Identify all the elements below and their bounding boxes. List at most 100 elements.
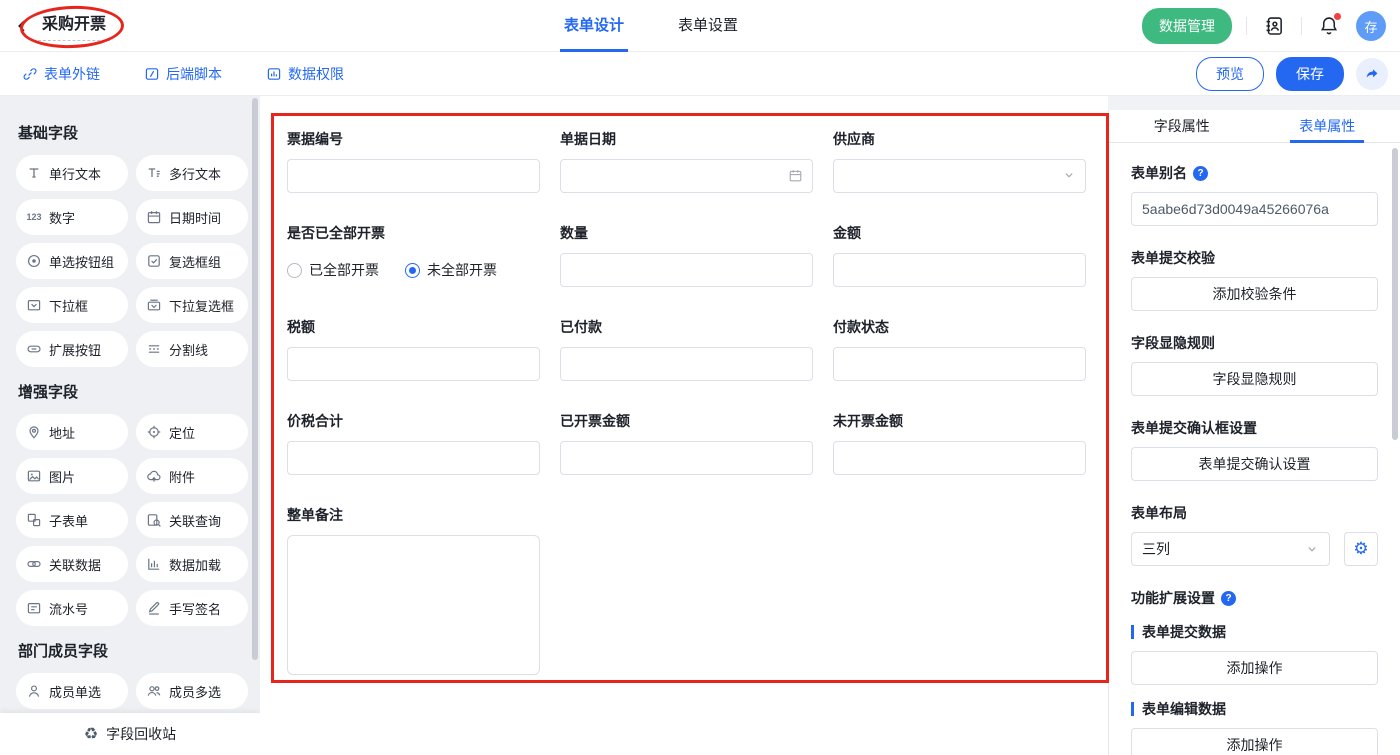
- radio-option-fully-invoiced[interactable]: 已全部开票: [287, 260, 379, 280]
- help-icon[interactable]: ?: [1193, 166, 1208, 181]
- field-item-single-line-text[interactable]: 单行文本: [16, 155, 128, 191]
- contact-book-icon[interactable]: [1261, 13, 1287, 39]
- form-field-total-with-tax[interactable]: 价税合计: [287, 411, 540, 475]
- text-input-control[interactable]: [561, 442, 812, 474]
- form-field-amount[interactable]: 金额: [833, 223, 1086, 287]
- preview-button[interactable]: 预览: [1196, 57, 1264, 91]
- tab-field-properties[interactable]: 字段属性: [1109, 110, 1255, 142]
- tab-form-design[interactable]: 表单设计: [560, 0, 628, 52]
- form-field-payment-status[interactable]: 付款状态: [833, 317, 1086, 381]
- radio-option-not-fully-invoiced[interactable]: 未全部开票: [405, 260, 497, 280]
- notification-bell-icon[interactable]: [1316, 13, 1342, 39]
- text-input-control[interactable]: [834, 254, 1085, 286]
- form-field-bill-number[interactable]: 票据编号: [287, 129, 540, 193]
- add-validation-button[interactable]: 添加校验条件: [1131, 277, 1378, 311]
- radio-label: 未全部开票: [427, 260, 497, 280]
- select-input-control[interactable]: [834, 160, 1085, 192]
- text-input[interactable]: [560, 441, 813, 475]
- avatar[interactable]: 存: [1356, 11, 1386, 41]
- panel-scrollbar-thumb[interactable]: [1392, 148, 1398, 440]
- field-visibility-button[interactable]: 字段显隐规则: [1131, 362, 1378, 396]
- form-field-paid[interactable]: 已付款: [560, 317, 813, 381]
- tab-form-properties[interactable]: 表单属性: [1255, 110, 1400, 142]
- field-item-serial-number[interactable]: 流水号: [16, 590, 128, 626]
- text-input[interactable]: [287, 441, 540, 475]
- form-field-uninvoiced-amount[interactable]: 未开票金额: [833, 411, 1086, 475]
- text-input-control[interactable]: [288, 160, 539, 192]
- field-item-datetime[interactable]: 日期时间: [136, 199, 248, 235]
- save-button[interactable]: 保存: [1276, 57, 1344, 91]
- form-field-supplier[interactable]: 供应商: [833, 129, 1086, 193]
- field-item-attachment[interactable]: 附件: [136, 458, 248, 494]
- layout-settings-button[interactable]: ⚙: [1344, 532, 1378, 566]
- field-item-radio-group[interactable]: 单选按钮组: [16, 243, 128, 279]
- field-item-linked-data[interactable]: 关联数据: [16, 546, 128, 582]
- date-input-control[interactable]: [561, 160, 812, 192]
- date-input[interactable]: [560, 159, 813, 193]
- help-icon[interactable]: ?: [1221, 591, 1236, 606]
- field-recycle-bin[interactable]: ♻ 字段回收站: [0, 713, 260, 755]
- text-input-control[interactable]: [561, 348, 812, 380]
- single-line-text-icon: [26, 165, 42, 181]
- text-input[interactable]: [833, 253, 1086, 287]
- field-item-extend-button[interactable]: 扩展按钮: [16, 331, 128, 367]
- field-item-data-load[interactable]: 数据加载: [136, 546, 248, 582]
- field-item-select[interactable]: 下拉框: [16, 287, 128, 323]
- field-item-subform[interactable]: 子表单: [16, 502, 128, 538]
- field-item-multi-line-text[interactable]: 多行文本: [136, 155, 248, 191]
- field-label: 供应商: [833, 129, 1086, 149]
- form-field-invoiced-amount[interactable]: 已开票金额: [560, 411, 813, 475]
- tab-form-settings[interactable]: 表单设置: [674, 0, 742, 52]
- text-input[interactable]: [287, 159, 540, 193]
- field-item-multi-select[interactable]: 下拉复选框: [136, 287, 248, 323]
- form-alias-label: 表单别名 ?: [1131, 163, 1378, 183]
- data-manage-button[interactable]: 数据管理: [1142, 8, 1232, 44]
- toolbar-link-data-permission[interactable]: 数据权限: [266, 64, 344, 84]
- field-item-address[interactable]: 地址: [16, 414, 128, 450]
- back-button[interactable]: [12, 16, 32, 36]
- field-item-image[interactable]: 图片: [16, 458, 128, 494]
- select-input[interactable]: [833, 159, 1086, 193]
- sidebar-scrollbar-thumb[interactable]: [252, 98, 258, 660]
- form-field-order-remark[interactable]: 整单备注: [287, 505, 540, 680]
- form-field-tax[interactable]: 税额: [287, 317, 540, 381]
- field-item-signature[interactable]: 手写签名: [136, 590, 248, 626]
- field-item-divider[interactable]: 分割线: [136, 331, 248, 367]
- field-item-lookup[interactable]: 关联查询: [136, 502, 248, 538]
- toolbar-link-external[interactable]: 表单外链: [22, 64, 100, 84]
- sidebar-scrollbar-track[interactable]: [251, 96, 259, 755]
- subform-icon: [26, 512, 42, 528]
- text-input-control[interactable]: [561, 254, 812, 286]
- text-input-control[interactable]: [834, 348, 1085, 380]
- field-item-number[interactable]: 123 数字: [16, 199, 128, 235]
- layout-select[interactable]: 三列: [1131, 532, 1330, 566]
- form-alias-input[interactable]: [1131, 192, 1378, 226]
- form-field-quantity[interactable]: 数量: [560, 223, 813, 287]
- remark-textarea[interactable]: [287, 535, 540, 675]
- submit-confirm-button[interactable]: 表单提交确认设置: [1131, 447, 1378, 481]
- data-permission-icon: [266, 66, 282, 82]
- share-button[interactable]: [1356, 58, 1388, 90]
- text-input[interactable]: [560, 253, 813, 287]
- text-input-control[interactable]: [288, 442, 539, 474]
- field-item-checkbox-group[interactable]: 复选框组: [136, 243, 248, 279]
- text-input-control[interactable]: [288, 348, 539, 380]
- form-design-canvas[interactable]: 票据编号 单据日期 供应商 是否已全部开票 已全部开票: [260, 96, 1108, 755]
- form-field-fully-invoiced[interactable]: 是否已全部开票 已全部开票 未全部开票: [287, 223, 540, 287]
- toolbar-link-backend-script[interactable]: 后端脚本: [144, 64, 222, 84]
- field-item-locate[interactable]: 定位: [136, 414, 248, 450]
- attachment-cloud-icon: [146, 468, 162, 484]
- form-title[interactable]: 采购开票: [38, 10, 110, 41]
- text-input[interactable]: [560, 347, 813, 381]
- edit-data-add-action-button[interactable]: 添加操作: [1131, 728, 1378, 755]
- form-field-bill-date[interactable]: 单据日期: [560, 129, 813, 193]
- text-input[interactable]: [833, 347, 1086, 381]
- text-input[interactable]: [833, 441, 1086, 475]
- submit-data-add-action-button[interactable]: 添加操作: [1131, 651, 1378, 685]
- text-input-control[interactable]: [834, 442, 1085, 474]
- field-item-member-single[interactable]: 成员单选: [16, 673, 128, 709]
- contact-book-glyph: [1263, 15, 1285, 37]
- text-input[interactable]: [287, 347, 540, 381]
- field-item-member-multi[interactable]: 成员多选: [136, 673, 248, 709]
- datetime-icon: [146, 209, 162, 225]
